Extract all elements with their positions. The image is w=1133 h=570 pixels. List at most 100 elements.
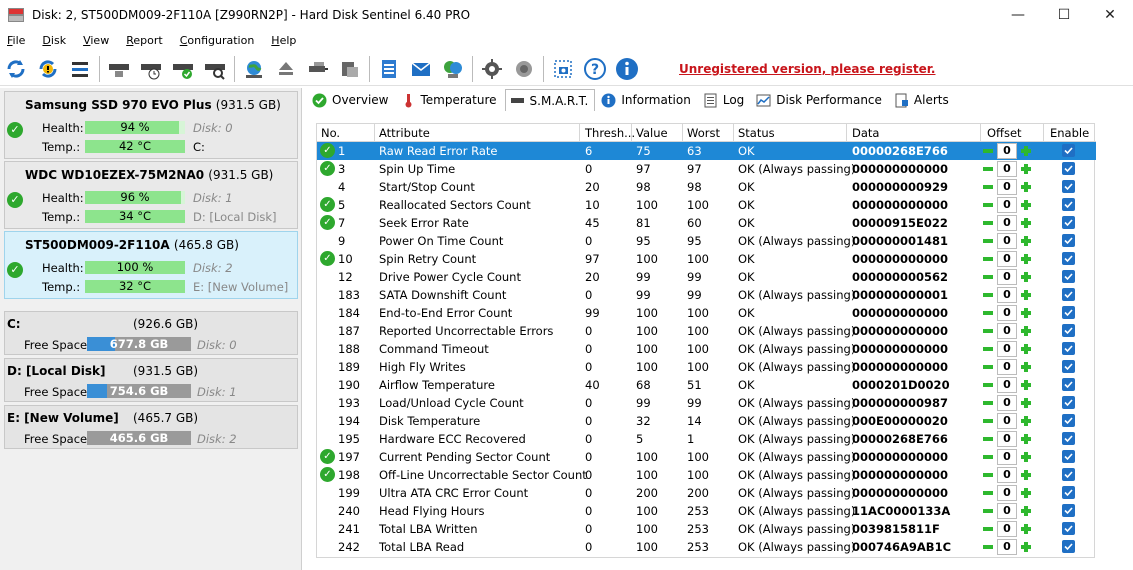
plus-icon[interactable]: [1019, 396, 1033, 410]
enable-checkbox[interactable]: [1062, 144, 1075, 157]
tab-disk-performance[interactable]: Disk Performance: [752, 89, 888, 111]
offset-value[interactable]: 0: [997, 449, 1017, 465]
minus-icon[interactable]: [981, 306, 995, 320]
minus-icon[interactable]: [981, 216, 995, 230]
column-header[interactable]: Enable: [1050, 126, 1089, 140]
plus-icon[interactable]: [1019, 360, 1033, 374]
column-header[interactable]: Data: [852, 126, 879, 140]
maximize-button[interactable]: ☐: [1041, 0, 1087, 30]
menu-help[interactable]: Help: [271, 34, 296, 47]
column-divider[interactable]: [579, 124, 580, 142]
offset-value[interactable]: 0: [997, 413, 1017, 429]
globe-icon[interactable]: [240, 55, 268, 83]
offset-value[interactable]: 0: [997, 179, 1017, 195]
table-row[interactable]: ✓ 3 Spin Up Time 0 97 97 OK (Always passing) 00…: [317, 160, 1096, 178]
plus-icon[interactable]: [1019, 522, 1033, 536]
disk-copy-icon[interactable]: [336, 55, 364, 83]
minus-icon[interactable]: [981, 144, 995, 158]
table-row[interactable]: ✓ 10 Spin Retry Count 97 100 100 OK 00000000000…: [317, 250, 1096, 268]
offset-value[interactable]: 0: [997, 539, 1017, 555]
minus-icon[interactable]: [981, 342, 995, 356]
enable-checkbox[interactable]: [1062, 522, 1075, 535]
column-header[interactable]: Offset: [987, 126, 1022, 140]
register-link[interactable]: Unregistered version, please register.: [679, 62, 936, 76]
volume-card-2[interactable]: E: [New Volume] (465.7 GB) Free Space 465.6…: [4, 405, 298, 449]
table-row[interactable]: 195 Hardware ECC Recovered 0 5 1 OK (Always p…: [317, 430, 1096, 448]
info-icon[interactable]: [613, 55, 641, 83]
enable-checkbox[interactable]: [1062, 162, 1075, 175]
disk-search-icon[interactable]: [201, 55, 229, 83]
enable-checkbox[interactable]: [1062, 306, 1075, 319]
column-header[interactable]: No.: [321, 126, 340, 140]
table-row[interactable]: 240 Head Flying Hours 0 100 253 OK (Always pa…: [317, 502, 1096, 520]
column-divider[interactable]: [631, 124, 632, 142]
refresh-warning-icon[interactable]: [34, 55, 62, 83]
minus-icon[interactable]: [981, 324, 995, 338]
offset-value[interactable]: 0: [997, 503, 1017, 519]
table-row[interactable]: 4 Start/Stop Count 20 98 98 OK 000000000929 0: [317, 178, 1096, 196]
disk-card-0[interactable]: Samsung SSD 970 EVO Plus (931.5 GB) ✓ Heal…: [4, 91, 298, 159]
tab-information[interactable]: Information: [597, 89, 696, 111]
menu-file[interactable]: File: [7, 34, 25, 47]
enable-checkbox[interactable]: [1062, 234, 1075, 247]
table-row[interactable]: ✓ 7 Seek Error Rate 45 81 60 OK 00000915E022 0: [317, 214, 1096, 232]
table-row[interactable]: 189 High Fly Writes 0 100 100 OK (Always pass…: [317, 358, 1096, 376]
table-row[interactable]: 199 Ultra ATA CRC Error Count 0 200 200 OK (A…: [317, 484, 1096, 502]
table-row[interactable]: 193 Load/Unload Cycle Count 0 99 99 OK (Alway…: [317, 394, 1096, 412]
enable-checkbox[interactable]: [1062, 270, 1075, 283]
plus-icon[interactable]: [1019, 468, 1033, 482]
screenshot-icon[interactable]: [549, 55, 577, 83]
plus-icon[interactable]: [1019, 540, 1033, 554]
enable-checkbox[interactable]: [1062, 342, 1075, 355]
table-row[interactable]: 241 Total LBA Written 0 100 253 OK (Always pa…: [317, 520, 1096, 538]
offset-value[interactable]: 0: [997, 521, 1017, 537]
menu-view[interactable]: View: [83, 34, 109, 47]
tab-temperature[interactable]: Temperature: [397, 89, 503, 111]
enable-checkbox[interactable]: [1062, 288, 1075, 301]
tab-overview[interactable]: Overview: [308, 89, 395, 111]
menu-disk[interactable]: Disk: [42, 34, 66, 47]
menu-configuration[interactable]: Configuration: [180, 34, 255, 47]
column-header[interactable]: Value: [636, 126, 668, 140]
tab-alerts[interactable]: Alerts: [890, 89, 955, 111]
offset-value[interactable]: 0: [997, 305, 1017, 321]
minus-icon[interactable]: [981, 486, 995, 500]
minus-icon[interactable]: [981, 234, 995, 248]
minus-icon[interactable]: [981, 522, 995, 536]
minus-icon[interactable]: [981, 396, 995, 410]
plus-icon[interactable]: [1019, 180, 1033, 194]
sound-icon[interactable]: [510, 55, 538, 83]
enable-checkbox[interactable]: [1062, 360, 1075, 373]
minus-icon[interactable]: [981, 360, 995, 374]
plus-icon[interactable]: [1019, 216, 1033, 230]
close-button[interactable]: ✕: [1087, 0, 1133, 30]
offset-value[interactable]: 0: [997, 197, 1017, 213]
email-icon[interactable]: [407, 55, 435, 83]
enable-checkbox[interactable]: [1062, 540, 1075, 553]
table-row[interactable]: ✓ 198 Off-Line Uncorrectable Sector Count 0…: [317, 466, 1096, 484]
table-row[interactable]: 184 End-to-End Error Count 99 100 100 OK 00000…: [317, 304, 1096, 322]
column-divider[interactable]: [374, 124, 375, 142]
plus-icon[interactable]: [1019, 324, 1033, 338]
enable-checkbox[interactable]: [1062, 324, 1075, 337]
plus-icon[interactable]: [1019, 504, 1033, 518]
plus-icon[interactable]: [1019, 288, 1033, 302]
column-divider[interactable]: [980, 124, 981, 142]
minus-icon[interactable]: [981, 198, 995, 212]
offset-value[interactable]: 0: [997, 215, 1017, 231]
disk-card-2[interactable]: ST500DM009-2F110A (465.8 GB) ✓ Health: 100 …: [4, 231, 298, 299]
enable-checkbox[interactable]: [1062, 252, 1075, 265]
offset-value[interactable]: 0: [997, 395, 1017, 411]
plus-icon[interactable]: [1019, 414, 1033, 428]
enable-checkbox[interactable]: [1062, 414, 1075, 427]
refresh-icon[interactable]: [2, 55, 30, 83]
offset-value[interactable]: 0: [997, 377, 1017, 393]
menu-report[interactable]: Report: [126, 34, 162, 47]
minus-icon[interactable]: [981, 450, 995, 464]
help-icon[interactable]: ?: [581, 55, 609, 83]
plus-icon[interactable]: [1019, 342, 1033, 356]
enable-checkbox[interactable]: [1062, 180, 1075, 193]
disk-clock-icon[interactable]: [137, 55, 165, 83]
plus-icon[interactable]: [1019, 162, 1033, 176]
enable-checkbox[interactable]: [1062, 216, 1075, 229]
